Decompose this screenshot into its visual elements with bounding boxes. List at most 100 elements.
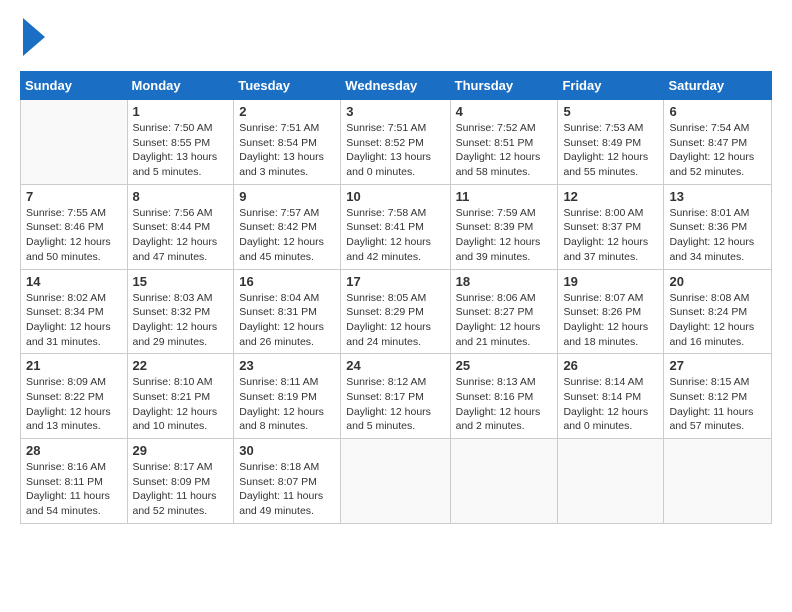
day-info: Sunrise: 7:54 AMSunset: 8:47 PMDaylight:… <box>669 121 766 180</box>
day-info: Sunrise: 8:14 AMSunset: 8:14 PMDaylight:… <box>563 375 658 434</box>
calendar-cell: 7 Sunrise: 7:55 AMSunset: 8:46 PMDaylight… <box>21 184 128 269</box>
calendar-table: SundayMondayTuesdayWednesdayThursdayFrid… <box>20 71 772 524</box>
day-number: 20 <box>669 274 766 289</box>
calendar-cell: 18 Sunrise: 8:06 AMSunset: 8:27 PMDayligh… <box>450 269 558 354</box>
calendar-cell: 19 Sunrise: 8:07 AMSunset: 8:26 PMDayligh… <box>558 269 664 354</box>
logo-arrow-icon <box>23 18 45 61</box>
weekday-header-wednesday: Wednesday <box>341 72 450 100</box>
weekday-header-saturday: Saturday <box>664 72 772 100</box>
day-info: Sunrise: 7:51 AMSunset: 8:52 PMDaylight:… <box>346 121 444 180</box>
calendar-week-4: 28 Sunrise: 8:16 AMSunset: 8:11 PMDayligh… <box>21 439 772 524</box>
calendar-cell: 12Sunrise: 8:00 AMSunset: 8:37 PMDayligh… <box>558 184 664 269</box>
calendar-cell: 29Sunrise: 8:17 AMSunset: 8:09 PMDayligh… <box>127 439 234 524</box>
day-info: Sunrise: 7:50 AMSunset: 8:55 PMDaylight:… <box>133 121 229 180</box>
day-info: Sunrise: 8:10 AMSunset: 8:21 PMDaylight:… <box>133 375 229 434</box>
day-info: Sunrise: 7:57 AMSunset: 8:42 PMDaylight:… <box>239 206 335 265</box>
day-info: Sunrise: 8:15 AMSunset: 8:12 PMDaylight:… <box>669 375 766 434</box>
calendar-cell: 16 Sunrise: 8:04 AMSunset: 8:31 PMDayligh… <box>234 269 341 354</box>
day-number: 5 <box>563 104 658 119</box>
header <box>20 18 772 61</box>
weekday-header-sunday: Sunday <box>21 72 128 100</box>
day-number: 11 <box>456 189 553 204</box>
weekday-header-row: SundayMondayTuesdayWednesdayThursdayFrid… <box>21 72 772 100</box>
calendar-cell: 30Sunrise: 8:18 AMSunset: 8:07 PMDayligh… <box>234 439 341 524</box>
day-number: 16 <box>239 274 335 289</box>
calendar-cell: 20 Sunrise: 8:08 AMSunset: 8:24 PMDayligh… <box>664 269 772 354</box>
day-info: Sunrise: 8:07 AMSunset: 8:26 PMDaylight:… <box>563 291 658 350</box>
day-number: 18 <box>456 274 553 289</box>
calendar-cell: 21 Sunrise: 8:09 AMSunset: 8:22 PMDayligh… <box>21 354 128 439</box>
day-number: 22 <box>133 358 229 373</box>
day-info: Sunrise: 7:53 AMSunset: 8:49 PMDaylight:… <box>563 121 658 180</box>
day-info: Sunrise: 7:55 AMSunset: 8:46 PMDaylight:… <box>26 206 122 265</box>
day-number: 3 <box>346 104 444 119</box>
calendar-cell: 26 Sunrise: 8:14 AMSunset: 8:14 PMDayligh… <box>558 354 664 439</box>
calendar-week-3: 21 Sunrise: 8:09 AMSunset: 8:22 PMDayligh… <box>21 354 772 439</box>
day-info: Sunrise: 8:00 AMSunset: 8:37 PMDaylight:… <box>563 206 658 265</box>
calendar-cell: 8Sunrise: 7:56 AMSunset: 8:44 PMDaylight… <box>127 184 234 269</box>
day-info: Sunrise: 8:09 AMSunset: 8:22 PMDaylight:… <box>26 375 122 434</box>
day-info: Sunrise: 8:05 AMSunset: 8:29 PMDaylight:… <box>346 291 444 350</box>
weekday-header-monday: Monday <box>127 72 234 100</box>
calendar-cell: 14 Sunrise: 8:02 AMSunset: 8:34 PMDayligh… <box>21 269 128 354</box>
day-number: 6 <box>669 104 766 119</box>
day-number: 21 <box>26 358 122 373</box>
calendar-cell: 4Sunrise: 7:52 AMSunset: 8:51 PMDaylight… <box>450 100 558 185</box>
calendar-cell: 3 Sunrise: 7:51 AMSunset: 8:52 PMDaylight… <box>341 100 450 185</box>
day-number: 19 <box>563 274 658 289</box>
day-number: 15 <box>133 274 229 289</box>
day-info: Sunrise: 8:18 AMSunset: 8:07 PMDaylight:… <box>239 460 335 519</box>
calendar-cell: 11 Sunrise: 7:59 AMSunset: 8:39 PMDayligh… <box>450 184 558 269</box>
day-number: 14 <box>26 274 122 289</box>
day-number: 27 <box>669 358 766 373</box>
day-number: 4 <box>456 104 553 119</box>
calendar-cell: 15 Sunrise: 8:03 AMSunset: 8:32 PMDayligh… <box>127 269 234 354</box>
day-number: 8 <box>133 189 229 204</box>
day-info: Sunrise: 7:51 AMSunset: 8:54 PMDaylight:… <box>239 121 335 180</box>
calendar-week-0: 1 Sunrise: 7:50 AMSunset: 8:55 PMDaylight… <box>21 100 772 185</box>
calendar-cell: 5 Sunrise: 7:53 AMSunset: 8:49 PMDaylight… <box>558 100 664 185</box>
day-number: 13 <box>669 189 766 204</box>
calendar-cell <box>558 439 664 524</box>
day-number: 2 <box>239 104 335 119</box>
calendar-cell: 1 Sunrise: 7:50 AMSunset: 8:55 PMDaylight… <box>127 100 234 185</box>
day-info: Sunrise: 7:59 AMSunset: 8:39 PMDaylight:… <box>456 206 553 265</box>
day-number: 24 <box>346 358 444 373</box>
calendar-cell <box>664 439 772 524</box>
calendar-cell: 23Sunrise: 8:11 AMSunset: 8:19 PMDayligh… <box>234 354 341 439</box>
weekday-header-tuesday: Tuesday <box>234 72 341 100</box>
calendar-cell: 13Sunrise: 8:01 AMSunset: 8:36 PMDayligh… <box>664 184 772 269</box>
day-number: 26 <box>563 358 658 373</box>
calendar-cell: 25Sunrise: 8:13 AMSunset: 8:16 PMDayligh… <box>450 354 558 439</box>
calendar-cell <box>450 439 558 524</box>
calendar-cell: 24 Sunrise: 8:12 AMSunset: 8:17 PMDayligh… <box>341 354 450 439</box>
calendar-cell: 2 Sunrise: 7:51 AMSunset: 8:54 PMDaylight… <box>234 100 341 185</box>
calendar-cell: 10 Sunrise: 7:58 AMSunset: 8:41 PMDayligh… <box>341 184 450 269</box>
day-info: Sunrise: 8:06 AMSunset: 8:27 PMDaylight:… <box>456 291 553 350</box>
day-info: Sunrise: 8:03 AMSunset: 8:32 PMDaylight:… <box>133 291 229 350</box>
day-number: 10 <box>346 189 444 204</box>
day-info: Sunrise: 8:08 AMSunset: 8:24 PMDaylight:… <box>669 291 766 350</box>
day-number: 25 <box>456 358 553 373</box>
day-info: Sunrise: 8:12 AMSunset: 8:17 PMDaylight:… <box>346 375 444 434</box>
day-info: Sunrise: 8:04 AMSunset: 8:31 PMDaylight:… <box>239 291 335 350</box>
calendar-cell: 9 Sunrise: 7:57 AMSunset: 8:42 PMDaylight… <box>234 184 341 269</box>
day-info: Sunrise: 8:11 AMSunset: 8:19 PMDaylight:… <box>239 375 335 434</box>
page: SundayMondayTuesdayWednesdayThursdayFrid… <box>0 0 792 612</box>
calendar-week-2: 14 Sunrise: 8:02 AMSunset: 8:34 PMDayligh… <box>21 269 772 354</box>
calendar-cell: 27 Sunrise: 8:15 AMSunset: 8:12 PMDayligh… <box>664 354 772 439</box>
day-info: Sunrise: 7:58 AMSunset: 8:41 PMDaylight:… <box>346 206 444 265</box>
calendar-week-1: 7 Sunrise: 7:55 AMSunset: 8:46 PMDaylight… <box>21 184 772 269</box>
weekday-header-friday: Friday <box>558 72 664 100</box>
day-info: Sunrise: 8:02 AMSunset: 8:34 PMDaylight:… <box>26 291 122 350</box>
day-info: Sunrise: 8:17 AMSunset: 8:09 PMDaylight:… <box>133 460 229 519</box>
day-number: 7 <box>26 189 122 204</box>
calendar-cell <box>21 100 128 185</box>
day-number: 9 <box>239 189 335 204</box>
calendar-cell: 17Sunrise: 8:05 AMSunset: 8:29 PMDayligh… <box>341 269 450 354</box>
day-number: 1 <box>133 104 229 119</box>
calendar-cell: 22 Sunrise: 8:10 AMSunset: 8:21 PMDayligh… <box>127 354 234 439</box>
day-number: 28 <box>26 443 122 458</box>
day-info: Sunrise: 8:16 AMSunset: 8:11 PMDaylight:… <box>26 460 122 519</box>
calendar-cell: 6 Sunrise: 7:54 AMSunset: 8:47 PMDaylight… <box>664 100 772 185</box>
